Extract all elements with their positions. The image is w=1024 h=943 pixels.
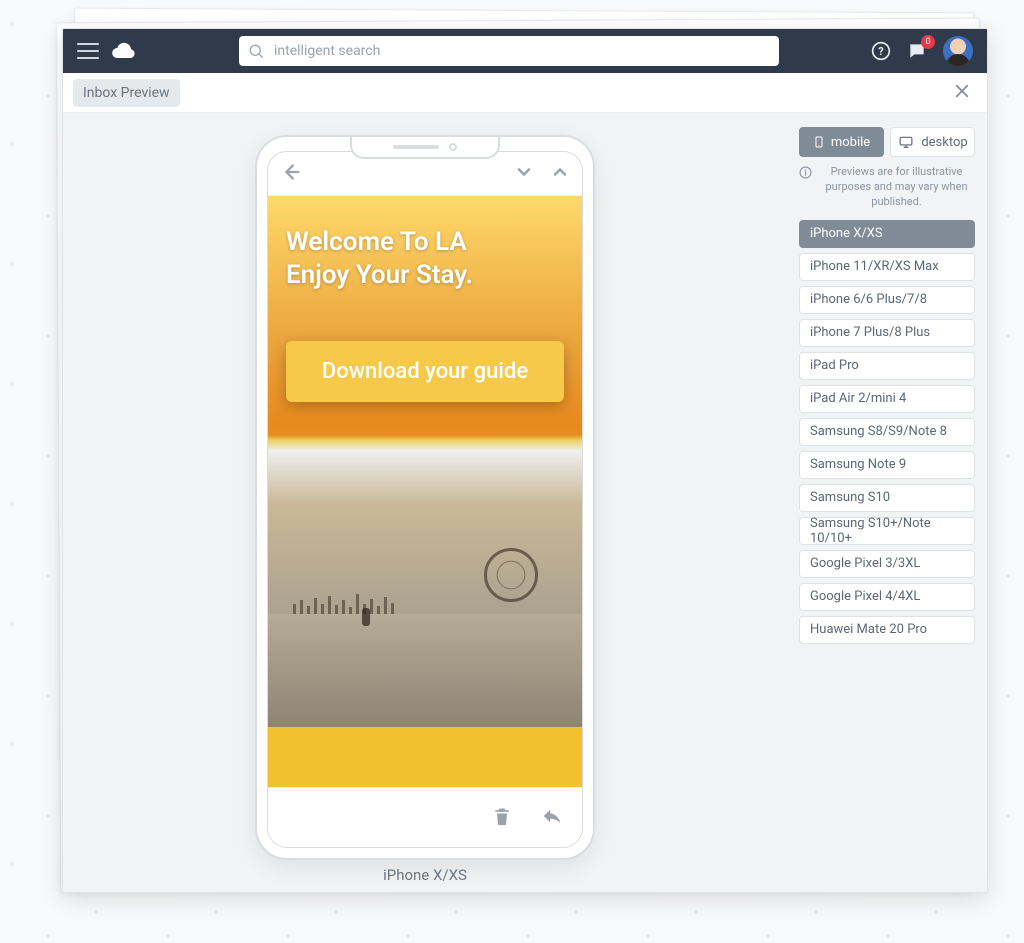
hero-illustration xyxy=(268,430,582,727)
svg-text:?: ? xyxy=(878,45,883,58)
notifications-icon[interactable]: 0 xyxy=(907,41,927,61)
download-guide-button[interactable]: Download your guide xyxy=(286,341,564,402)
menu-icon[interactable] xyxy=(77,43,99,59)
mobile-toggle[interactable]: mobile xyxy=(799,127,884,157)
mobile-toggle-label: mobile xyxy=(831,135,870,150)
search-input[interactable] xyxy=(272,42,769,60)
side-panel: mobile desktop Previews are for illustra… xyxy=(787,113,987,892)
email-hero: Welcome To LA Enjoy Your Stay. Download … xyxy=(268,196,582,727)
close-icon[interactable] xyxy=(947,76,977,110)
cloud-logo-icon[interactable] xyxy=(111,42,137,60)
device-option[interactable]: iPad Pro xyxy=(799,352,975,380)
device-option[interactable]: Samsung S10+/Note 10/10+ xyxy=(799,517,975,545)
device-option[interactable]: iPhone X/XS xyxy=(799,220,975,248)
help-icon[interactable]: ? xyxy=(871,41,891,61)
desktop-toggle-label: desktop xyxy=(921,135,967,150)
device-option[interactable]: iPhone 6/6 Plus/7/8 xyxy=(799,286,975,314)
preview-canvas: Welcome To LA Enjoy Your Stay. Download … xyxy=(63,113,787,892)
info-icon xyxy=(799,166,812,179)
trash-icon[interactable] xyxy=(492,805,512,831)
device-option[interactable]: Google Pixel 3/3XL xyxy=(799,550,975,578)
back-icon[interactable] xyxy=(280,161,302,187)
device-caption: iPhone X/XS xyxy=(383,866,467,884)
search-icon xyxy=(249,44,264,59)
body: Welcome To LA Enjoy Your Stay. Download … xyxy=(63,113,987,892)
device-option[interactable]: Samsung Note 9 xyxy=(799,451,975,479)
device-option[interactable]: iPhone 11/XR/XS Max xyxy=(799,253,975,281)
chevron-down-icon[interactable] xyxy=(514,162,534,186)
device-option[interactable]: Samsung S8/S9/Note 8 xyxy=(799,418,975,446)
device-option[interactable]: Samsung S10 xyxy=(799,484,975,512)
nav-right: ? 0 xyxy=(871,36,973,66)
top-nav: ? 0 xyxy=(63,29,987,73)
device-option[interactable]: iPhone 7 Plus/8 Plus xyxy=(799,319,975,347)
app-window: ? 0 Inbox Preview xyxy=(62,28,988,893)
device-option[interactable]: Huawei Mate 20 Pro xyxy=(799,616,975,644)
device-screen: Welcome To LA Enjoy Your Stay. Download … xyxy=(267,151,583,848)
search-bar[interactable] xyxy=(239,36,779,66)
view-toggle: mobile desktop xyxy=(799,127,975,157)
device-option[interactable]: Google Pixel 4/4XL xyxy=(799,583,975,611)
chevron-up-icon[interactable] xyxy=(550,162,570,186)
reply-icon[interactable] xyxy=(540,805,564,831)
mobile-icon xyxy=(813,134,825,150)
email-toolbar-bottom xyxy=(268,787,582,847)
device-option[interactable]: iPad Air 2/mini 4 xyxy=(799,385,975,413)
notification-badge: 0 xyxy=(921,35,935,49)
desktop-toggle[interactable]: desktop xyxy=(890,127,975,157)
device-list: iPhone X/XS iPhone 11/XR/XS Max iPhone 6/6… xyxy=(799,220,975,644)
device-frame: Welcome To LA Enjoy Your Stay. Download … xyxy=(255,135,595,860)
avatar[interactable] xyxy=(943,36,973,66)
desktop-icon xyxy=(897,135,915,149)
email-headline: Welcome To LA Enjoy Your Stay. xyxy=(286,226,564,291)
disclaimer-text: Previews are for illustrative purposes a… xyxy=(818,165,975,210)
disclaimer: Previews are for illustrative purposes a… xyxy=(799,165,975,210)
sub-bar: Inbox Preview xyxy=(63,73,987,113)
email-footer-band xyxy=(268,727,582,787)
device-notch xyxy=(350,137,500,159)
page-title: Inbox Preview xyxy=(73,79,180,107)
